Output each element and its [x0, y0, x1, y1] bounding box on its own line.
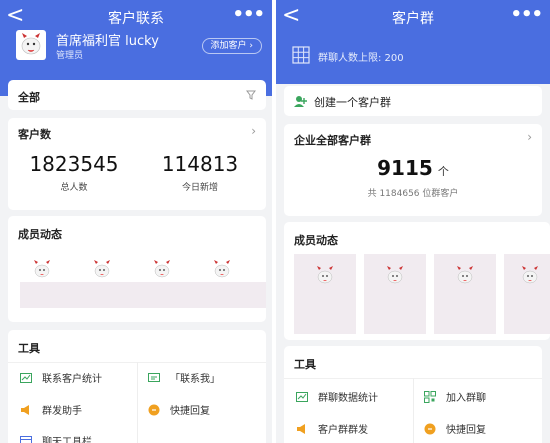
profile-name: 首席福利官 lucky — [56, 34, 159, 49]
customer-count-card[interactable]: 客户数 › 1823545 总人数 114813 今日新增 — [8, 118, 266, 210]
group-count-unit: 个 — [437, 165, 449, 178]
tool-label: 快捷回复 — [446, 425, 486, 436]
chevron-right-icon[interactable]: › — [251, 124, 256, 138]
today-new-label: 今日新增 — [181, 183, 218, 193]
total-customers-label: 总人数 — [60, 183, 88, 193]
chart-icon — [296, 391, 308, 402]
member-activity-title: 成员动态 — [18, 228, 62, 241]
tool-mass-send[interactable]: 群发助手 — [20, 402, 82, 417]
avatar-mascot-icon — [21, 33, 41, 55]
megaphone-icon — [297, 423, 305, 434]
create-group-card[interactable]: 创建一个客户群 — [284, 86, 542, 116]
page-title: 客户群 — [392, 11, 434, 27]
filter-card[interactable]: 全部 — [8, 80, 266, 110]
add-group-icon — [294, 96, 307, 107]
qr-icon — [424, 390, 436, 403]
add-customer-button[interactable]: 添加客户 › — [201, 38, 262, 54]
group-customer-total: 共 1184656 位群客户 — [367, 189, 459, 199]
tools-card: 工具 联系客户统计 「联系我」 群发助手 快捷回复 聊天工具栏 — [8, 330, 266, 443]
megaphone-icon — [21, 404, 29, 415]
today-new-value: 114813 — [161, 152, 239, 176]
more-icon[interactable]: ••• — [510, 4, 543, 25]
tool-group-stats[interactable]: 群聊数据统计 — [296, 389, 378, 404]
bubble-icon — [148, 404, 160, 415]
nav-bar: < 客户群 ••• — [276, 0, 550, 34]
tool-label: 聊天工具栏 — [42, 437, 92, 443]
chevron-right-icon[interactable]: › — [527, 130, 532, 144]
group-count-value: 9115 — [377, 156, 433, 180]
grid-icon — [292, 46, 310, 64]
tool-quick-reply[interactable]: 快捷回复 — [148, 402, 210, 417]
tools-title: 工具 — [294, 358, 316, 371]
tool-group-mass-send[interactable]: 客户群群发 — [296, 421, 368, 436]
member-activity-card: 成员动态 — [8, 216, 266, 322]
enterprise-groups-card[interactable]: 企业全部客户群 › 9115 个 共 1184656 位群客户 — [284, 124, 542, 216]
tool-label: 联系客户统计 — [42, 374, 102, 385]
page-title: 客户联系 — [108, 11, 164, 27]
nav-bar: < 客户联系 ••• — [0, 0, 272, 34]
toolbar-icon — [20, 435, 32, 443]
member-activity-title: 成员动态 — [294, 234, 338, 247]
divider — [137, 362, 138, 443]
customer-group-screen: < 客户群 ••• 群聊人数上限: 200 创建一个客户群 企业全部客户群 › … — [276, 0, 550, 443]
tool-label: 加入群聊 — [446, 393, 486, 404]
create-group-label: 创建一个客户群 — [314, 96, 391, 109]
filter-label: 全部 — [18, 91, 40, 104]
more-icon[interactable]: ••• — [232, 4, 265, 25]
member-avatar — [305, 260, 345, 294]
tool-label: 「联系我」 — [170, 374, 220, 385]
group-limit-text: 群聊人数上限: 200 — [318, 53, 404, 64]
tools-title: 工具 — [18, 342, 40, 355]
member-activity-card: 成员动态 — [284, 222, 550, 340]
filter-icon[interactable] — [246, 90, 256, 100]
customer-count-title: 客户数 — [18, 128, 51, 141]
avatar — [16, 30, 46, 60]
profile-role: 管理员 — [56, 51, 84, 61]
group-count: 9115 个 — [284, 156, 542, 180]
tool-contact-stats[interactable]: 联系客户统计 — [20, 370, 102, 385]
tools-card: 工具 群聊数据统计 加入群聊 客户群群发 快捷回复 — [284, 346, 542, 443]
total-customers-value: 1823545 — [29, 152, 119, 176]
chart-icon — [20, 372, 32, 383]
tool-chat-toolbar[interactable]: 聊天工具栏 — [20, 433, 92, 443]
customer-contact-screen: < 客户联系 ••• 首席福利官 lucky 管理员 添加客户 › 全部 客户数… — [0, 0, 272, 443]
enterprise-groups-title: 企业全部客户群 — [294, 134, 371, 147]
tool-label: 群聊数据统计 — [318, 393, 378, 404]
tool-label: 快捷回复 — [170, 406, 210, 417]
tool-contact-me[interactable]: 「联系我」 — [148, 370, 220, 385]
member-avatar — [445, 260, 485, 294]
tool-join-group[interactable]: 加入群聊 — [424, 389, 486, 404]
divider — [413, 378, 414, 443]
member-activity-blurred-strip — [20, 282, 266, 308]
tool-quick-reply[interactable]: 快捷回复 — [424, 421, 486, 436]
member-avatar — [375, 260, 415, 294]
bubble-icon — [424, 423, 436, 434]
contact-me-icon — [148, 372, 160, 382]
member-avatar — [510, 260, 550, 294]
tool-label: 群发助手 — [42, 406, 82, 417]
tool-label: 客户群群发 — [318, 425, 368, 436]
